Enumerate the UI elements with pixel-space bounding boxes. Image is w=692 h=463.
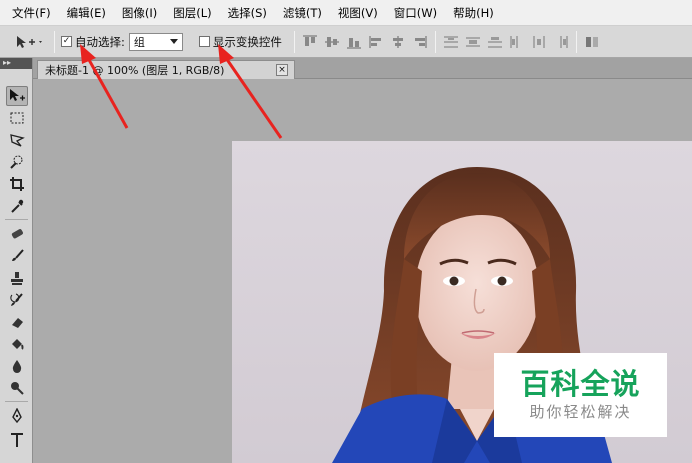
move-tool-icon [17,35,42,48]
lasso-tool-icon [10,134,25,147]
document-tab-strip: 未标题-1 @ 100% (图层 1, RGB/8) × [33,58,692,79]
menu-window[interactable]: 窗口(W) [386,0,445,26]
tool-clone-stamp[interactable] [6,268,28,288]
menu-layer[interactable]: 图层(L) [165,0,219,26]
watermark-logo: 百科全说 助你轻松解决 [494,353,667,437]
tool-paint-bucket[interactable] [6,334,28,354]
tool-crop[interactable] [6,174,28,194]
auto-select-dropdown[interactable]: 组 [128,32,183,51]
tool-dodge[interactable] [6,378,28,398]
menu-file[interactable]: 文件(F) [4,0,59,26]
distribute-vcenter-icon[interactable] [464,33,482,51]
tools-separator [5,219,28,220]
align-group [301,33,429,51]
auto-align-icon[interactable] [583,33,601,51]
tool-brush[interactable] [6,246,28,266]
spot-healing-tool-icon [11,229,23,239]
quick-select-tool-icon [10,155,23,169]
tool-blur[interactable] [6,356,28,376]
align-right-icon[interactable] [411,33,429,51]
distribute-group [442,33,570,51]
menu-view[interactable]: 视图(V) [330,0,386,26]
close-icon[interactable]: × [276,64,288,76]
tool-type[interactable] [6,430,28,450]
align-top-icon[interactable] [301,33,319,51]
eraser-tool-icon [12,318,23,328]
marquee-tool-icon [10,112,24,124]
tools-separator [5,401,28,402]
chevron-down-icon [169,39,178,44]
menu-filter[interactable]: 滤镜(T) [275,0,330,26]
document-tab-title: 未标题-1 @ 100% (图层 1, RGB/8) [45,64,225,77]
document-tab[interactable]: 未标题-1 @ 100% (图层 1, RGB/8) × [37,60,295,79]
tool-history-brush[interactable] [6,290,28,310]
tools-panel-collapse[interactable]: ▸▸ [0,58,32,69]
crop-tool-icon [10,177,24,191]
distribute-right-icon[interactable] [552,33,570,51]
menu-edit[interactable]: 编辑(E) [59,0,114,26]
watermark-title: 百科全说 [520,367,641,401]
tool-eyedropper[interactable] [6,196,28,216]
type-tool-icon [11,433,23,447]
distribute-top-icon[interactable] [442,33,460,51]
distribute-bottom-icon[interactable] [486,33,504,51]
align-bottom-icon[interactable] [345,33,363,51]
tool-eraser[interactable] [6,312,28,332]
tool-quick-select[interactable] [6,152,28,172]
history-brush-tool-icon [10,293,23,306]
tool-marquee[interactable] [6,108,28,128]
align-vcenter-icon[interactable] [323,33,341,51]
options-separator [575,30,577,53]
menu-image[interactable]: 图像(I) [114,0,165,26]
move-tool-icon [10,89,25,101]
tool-lasso[interactable] [6,130,28,150]
menu-select[interactable]: 选择(S) [220,0,275,26]
options-separator [54,30,55,53]
auto-select-checkbox[interactable]: ✓ [61,36,72,47]
paint-bucket-tool-icon [12,339,24,350]
eyedropper-tool-icon [11,199,24,213]
align-left-icon[interactable] [367,33,385,51]
tool-pen[interactable] [6,406,28,426]
auto-select-label: 自动选择: [75,34,125,49]
auto-select-value: 组 [133,35,145,49]
brush-tool-icon [12,249,24,261]
tool-spot-healing[interactable] [6,224,28,244]
menu-bar: 文件(F) 编辑(E) 图像(I) 图层(L) 选择(S) 滤镜(T) 视图(V… [0,0,692,26]
distribute-left-icon[interactable] [508,33,526,51]
watermark-subtitle: 助你轻松解决 [529,403,632,421]
show-transform-checkbox[interactable] [198,36,210,47]
blur-tool-icon [12,360,22,373]
align-hcenter-icon[interactable] [389,33,407,51]
menu-help[interactable]: 帮助(H) [445,0,502,26]
options-separator [434,30,436,53]
pen-tool-icon [12,408,22,424]
tool-move[interactable] [6,86,28,106]
options-bar: ✓ 自动选择: 组 显示变换控件 [0,26,692,58]
tools-panel: ▸▸ [0,58,33,463]
options-separator [293,30,295,53]
distribute-hcenter-icon[interactable] [530,33,548,51]
dodge-tool-icon [11,382,24,395]
tool-preset-picker[interactable] [14,31,48,53]
show-transform-label: 显示变换控件 [212,34,282,49]
clone-stamp-tool-icon [11,272,23,285]
